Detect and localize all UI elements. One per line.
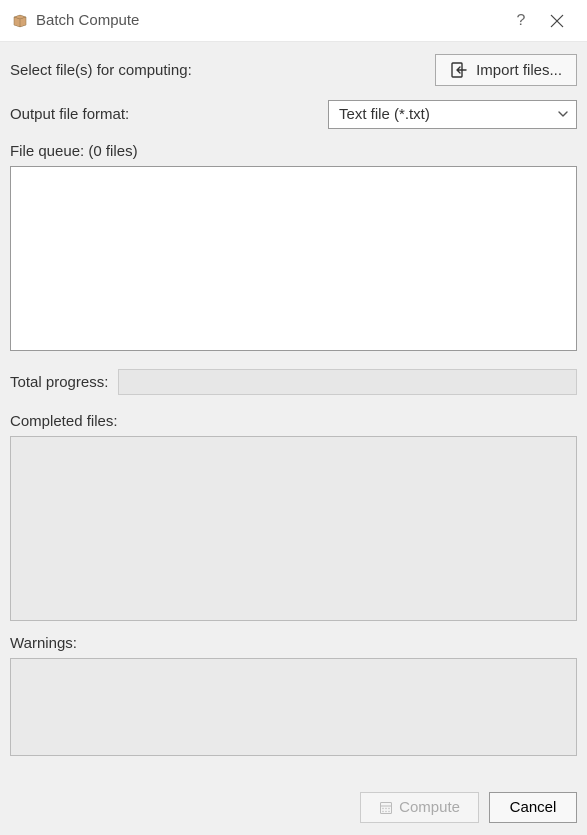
total-progress-label: Total progress: bbox=[10, 374, 108, 391]
file-queue-list[interactable] bbox=[10, 166, 577, 351]
output-format-select-wrap: Text file (*.txt) bbox=[328, 100, 577, 129]
close-icon[interactable] bbox=[539, 3, 575, 39]
compute-button[interactable]: Compute bbox=[360, 792, 479, 823]
warnings-list bbox=[10, 658, 577, 756]
import-files-label: Import files... bbox=[476, 62, 562, 79]
total-progress-bar bbox=[118, 369, 577, 395]
dialog-footer: Compute Cancel bbox=[10, 792, 577, 823]
titlebar: Batch Compute ? bbox=[0, 0, 587, 42]
dialog-content: Select file(s) for computing: Import fil… bbox=[0, 42, 587, 835]
help-icon[interactable]: ? bbox=[503, 3, 539, 39]
app-icon bbox=[12, 13, 28, 29]
output-format-selected: Text file (*.txt) bbox=[339, 106, 430, 123]
output-format-select[interactable]: Text file (*.txt) bbox=[328, 100, 577, 129]
completed-files-label: Completed files: bbox=[10, 413, 577, 430]
progress-row: Total progress: bbox=[10, 369, 577, 395]
file-queue-label: File queue: (0 files) bbox=[10, 143, 577, 160]
cancel-button-label: Cancel bbox=[510, 799, 557, 816]
output-format-row: Output file format: Text file (*.txt) bbox=[10, 100, 577, 129]
import-files-button[interactable]: Import files... bbox=[435, 54, 577, 86]
select-files-label: Select file(s) for computing: bbox=[10, 62, 435, 79]
compute-button-label: Compute bbox=[399, 799, 460, 816]
output-format-label: Output file format: bbox=[10, 106, 328, 123]
warnings-label: Warnings: bbox=[10, 635, 577, 652]
completed-files-list bbox=[10, 436, 577, 621]
select-files-row: Select file(s) for computing: Import fil… bbox=[10, 54, 577, 86]
window-title: Batch Compute bbox=[36, 12, 503, 29]
cancel-button[interactable]: Cancel bbox=[489, 792, 577, 823]
import-icon bbox=[450, 61, 468, 79]
compute-icon bbox=[379, 801, 393, 815]
